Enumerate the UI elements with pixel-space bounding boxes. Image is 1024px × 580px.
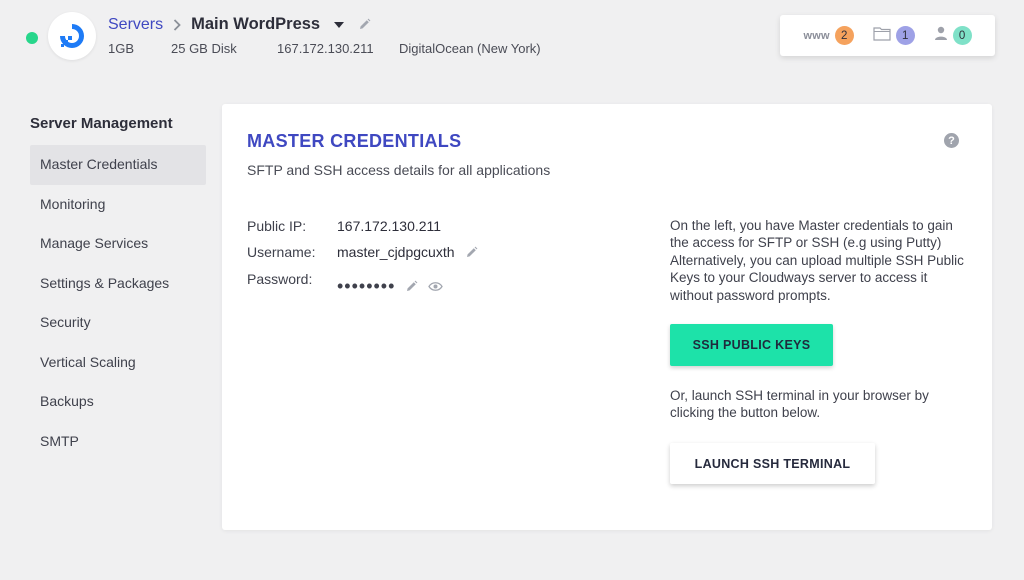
folders-count[interactable]: 1 (873, 26, 915, 46)
ssh-info-text: On the left, you have Master credentials… (670, 218, 964, 303)
sidebar-item-settings-packages[interactable]: Settings & Packages (30, 264, 206, 304)
page-title: MASTER CREDENTIALS (247, 131, 462, 151)
page-subtitle: SFTP and SSH access details for all appl… (247, 162, 551, 178)
username-value: master_cjdpgcuxth (337, 244, 455, 260)
server-name: Main WordPress (191, 15, 321, 33)
digitalocean-logo-icon (48, 12, 96, 60)
folders-count-badge: 1 (895, 26, 915, 45)
server-status-indicator (26, 32, 38, 44)
username-label: Username: (247, 244, 316, 260)
sidebar-item-monitoring[interactable]: Monitoring (30, 185, 206, 225)
server-size: 1GB (108, 41, 135, 56)
server-dropdown-caret-icon[interactable] (334, 21, 345, 28)
team-members-count[interactable]: 0 (934, 26, 972, 46)
server-counts: www 2 1 0 (780, 15, 995, 56)
breadcrumb: Servers Main WordPress (108, 15, 371, 34)
sidebar-title: Server Management (30, 115, 173, 132)
server-management-sidebar: Server Management Master Credentials Mon… (30, 110, 206, 461)
edit-username-pencil-icon[interactable] (465, 246, 478, 259)
password-value-masked: •••••••• (337, 276, 396, 296)
applications-count[interactable]: www 2 (803, 26, 854, 45)
sidebar-item-manage-services[interactable]: Manage Services (30, 224, 206, 264)
breadcrumb-servers-link[interactable]: Servers (108, 16, 163, 34)
public-ip-row: Public IP: 167.172.130.211 (247, 218, 441, 234)
master-credentials-panel: MASTER CREDENTIALS ? SFTP and SSH access… (222, 104, 992, 530)
user-icon (934, 26, 948, 46)
password-label: Password: (247, 271, 313, 287)
chevron-right-icon (173, 18, 181, 31)
edit-server-name-pencil-icon[interactable] (358, 18, 371, 31)
applications-count-badge: 2 (834, 26, 854, 45)
ssh-public-keys-button[interactable]: SSH PUBLIC KEYS (670, 324, 833, 366)
server-ip: 167.172.130.211 (277, 41, 374, 56)
password-row: Password: •••••••• (247, 271, 444, 296)
public-ip-label: Public IP: (247, 218, 307, 234)
sidebar-item-vertical-scaling[interactable]: Vertical Scaling (30, 343, 206, 383)
server-disk: 25 GB Disk (171, 41, 237, 56)
launch-ssh-terminal-button[interactable]: LAUNCH SSH TERMINAL (670, 443, 875, 484)
username-row: Username: master_cjdpgcuxth (247, 244, 478, 260)
sidebar-item-smtp[interactable]: SMTP (30, 422, 206, 462)
server-header: Servers Main WordPress 1GB 25 GB Disk 16… (0, 0, 1024, 80)
server-location: DigitalOcean (New York) (399, 41, 541, 56)
server-meta: 1GB 25 GB Disk 167.172.130.211 DigitalOc… (108, 41, 541, 56)
help-icon[interactable]: ? (944, 133, 959, 148)
www-icon: www (803, 29, 830, 42)
sidebar-item-security[interactable]: Security (30, 303, 206, 343)
public-ip-value: 167.172.130.211 (337, 218, 442, 234)
sidebar-item-backups[interactable]: Backups (30, 382, 206, 422)
sidebar-item-master-credentials[interactable]: Master Credentials (30, 145, 206, 185)
folder-icon (873, 26, 891, 46)
edit-password-pencil-icon[interactable] (405, 280, 418, 293)
terminal-info-text: Or, launch SSH terminal in your browser … (670, 388, 929, 421)
show-password-eye-icon[interactable] (428, 281, 444, 292)
team-members-count-badge: 0 (952, 26, 972, 45)
